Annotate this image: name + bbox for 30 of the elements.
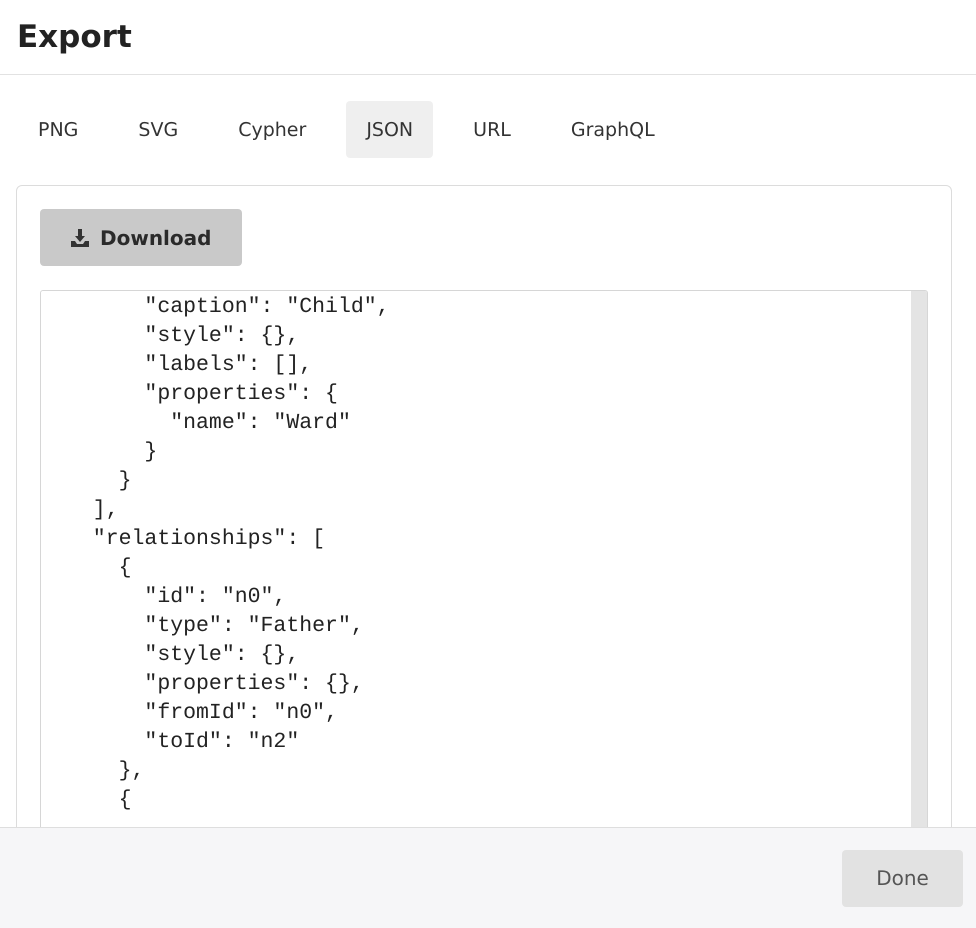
tab[interactable]: GraphQL [550,101,675,158]
code-line: { [118,555,133,582]
done-button[interactable]: Done [842,850,963,906]
code-line: "toId": "n2" [143,729,300,756]
code-line: "labels": [], [143,352,314,379]
code-line: "style": {}, [143,323,300,350]
code-line: "type": "Father", [143,613,365,640]
code-line: "relationships": [ [92,526,326,553]
code-line: } [118,468,133,495]
code-line: "fromId": "n0", [143,700,339,727]
code-line: { [118,787,133,814]
download-icon [70,228,90,248]
code-line: "name": "Ward" [169,410,352,437]
code-line: "id": "n0", [143,584,288,611]
tab[interactable]: JSON [346,101,434,158]
dialog-title: Export [17,19,132,55]
code-box[interactable]: "caption": "Child", "style": {}, "labels": [], "properties": { "name": "Ward" } } ], "relationships": [ { "id": "n0", "type": "Father", "style": {}, "properties": {}, "fromId": "n0", "toId": "n2" }, { [40,290,928,827]
code-line: "properties": { [143,381,339,408]
code-line: "caption": "Child", [143,294,391,321]
code-line: "properties": {}, [143,671,365,698]
code-line: } [143,439,158,466]
code-line: }, [118,758,146,785]
code-line: ], [92,497,120,524]
tab[interactable]: PNG [18,101,98,158]
download-button[interactable]: Download [40,209,242,266]
code-line: "style": {}, [143,642,300,669]
tab[interactable]: SVG [118,101,198,158]
tab[interactable]: URL [453,101,531,158]
scrollbar[interactable] [911,291,927,827]
tab[interactable]: Cypher [218,101,326,158]
